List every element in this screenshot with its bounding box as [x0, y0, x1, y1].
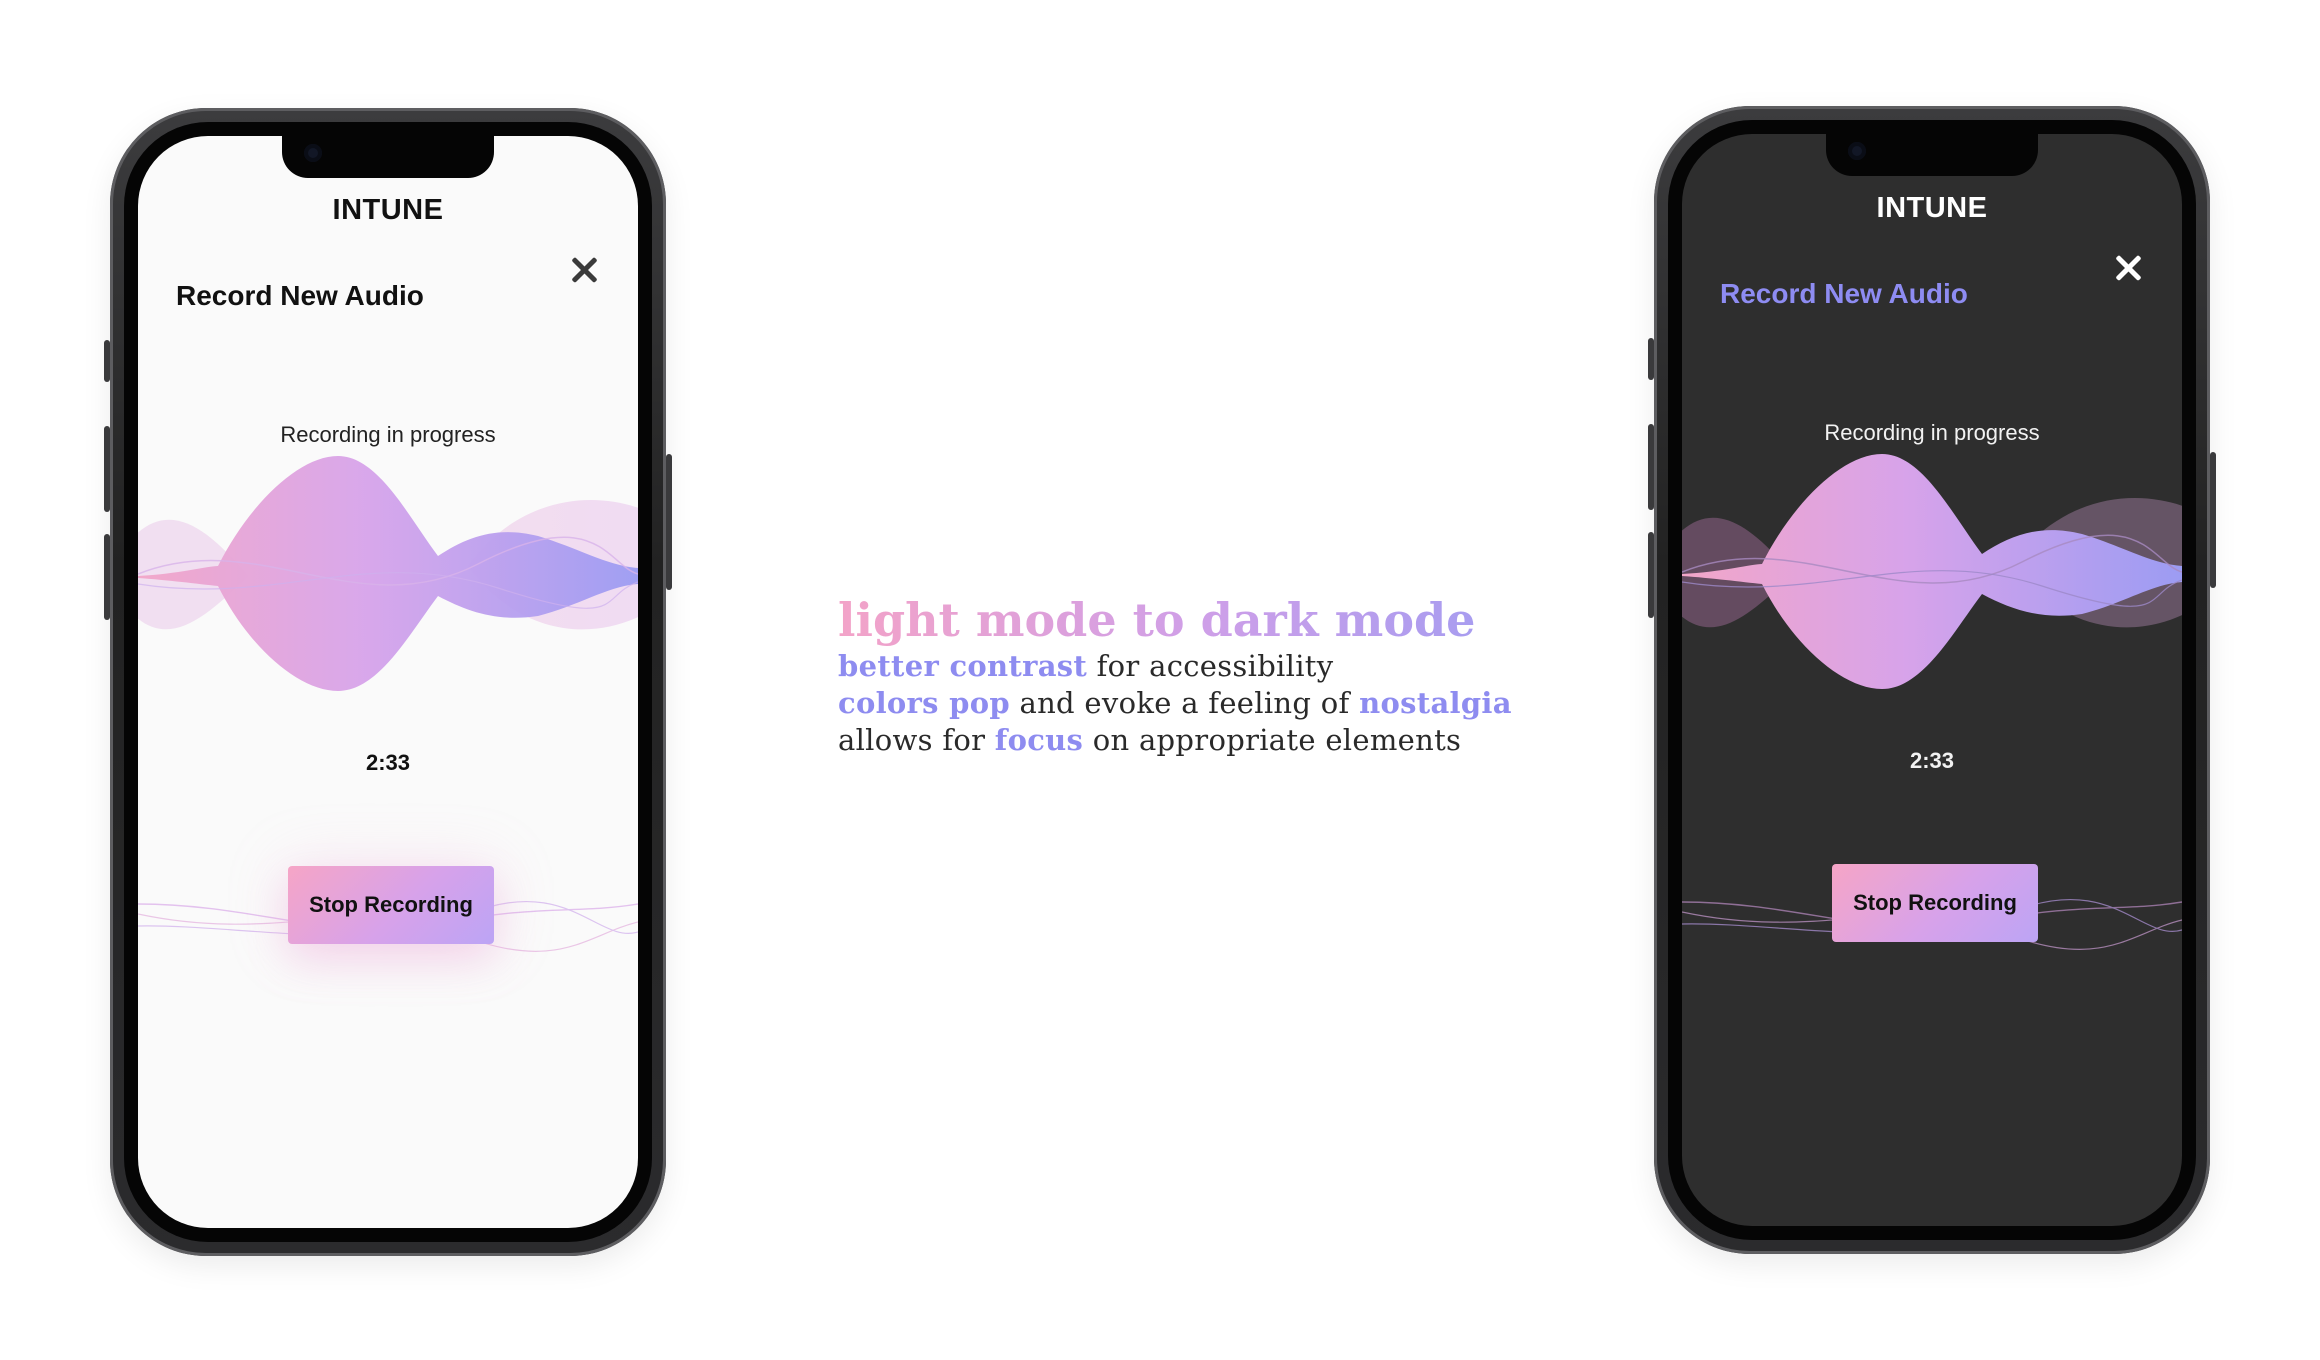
page-title: Record New Audio: [176, 280, 424, 311]
phone-screen: INTUNE Record New Audio Recording in pro…: [138, 136, 638, 1228]
phone-light-mode: INTUNE Record New Audio Recording in pro…: [104, 108, 672, 1256]
close-icon[interactable]: [570, 256, 598, 284]
volume-up-button: [104, 426, 110, 512]
power-button: [2210, 452, 2216, 588]
recording-timer: 2:33: [1909, 748, 1955, 773]
caption-line-3: allows for focus on appropriate elements: [838, 722, 1558, 759]
caption-highlight: focus: [994, 723, 1084, 757]
mute-switch: [1648, 338, 1654, 380]
mute-switch: [104, 340, 110, 382]
notch: [282, 136, 494, 178]
caption-headline: light mode to dark mode: [838, 592, 1558, 648]
caption-highlight: nostalgia: [1359, 686, 1512, 720]
app-title: INTUNE: [332, 194, 444, 226]
caption-text: and evoke a feeling of: [1009, 686, 1360, 720]
stop-recording-button[interactable]: Stop Recording: [1832, 864, 2038, 942]
page-title: Record New Audio: [1720, 278, 1968, 309]
stop-recording-button[interactable]: Stop Recording: [288, 866, 494, 944]
volume-up-button: [1648, 424, 1654, 510]
caption-text: for accessibility: [1087, 649, 1334, 683]
audio-waveform: [1682, 454, 2182, 689]
caption-line-1: better contrast for accessibility: [838, 648, 1558, 685]
caption-text: on appropriate elements: [1083, 723, 1462, 757]
volume-down-button: [104, 534, 110, 620]
camera-icon: [304, 144, 322, 162]
phone-screen: INTUNE Record New Audio Recording in pro…: [1682, 134, 2182, 1226]
audio-waveform: [138, 456, 638, 691]
recording-status: Recording in progress: [280, 422, 496, 447]
caption-text: allows for: [838, 723, 995, 757]
notch: [1826, 134, 2038, 176]
recording-timer: 2:33: [365, 750, 411, 775]
caption-highlight: better contrast: [838, 649, 1088, 683]
power-button: [666, 454, 672, 590]
caption-highlight: colors pop: [838, 686, 1010, 720]
recording-status: Recording in progress: [1824, 420, 2040, 445]
camera-icon: [1848, 142, 1866, 160]
app-title: INTUNE: [1876, 192, 1988, 224]
caption-block: light mode to dark mode better contrast …: [838, 592, 1558, 759]
wave-main: [138, 456, 638, 691]
close-icon[interactable]: [2114, 254, 2142, 282]
volume-down-button: [1648, 532, 1654, 618]
phone-dark-mode: INTUNE Record New Audio Recording in pro…: [1648, 106, 2216, 1254]
wave-main: [1682, 454, 2182, 689]
caption-line-2: colors pop and evoke a feeling of nostal…: [838, 685, 1558, 722]
